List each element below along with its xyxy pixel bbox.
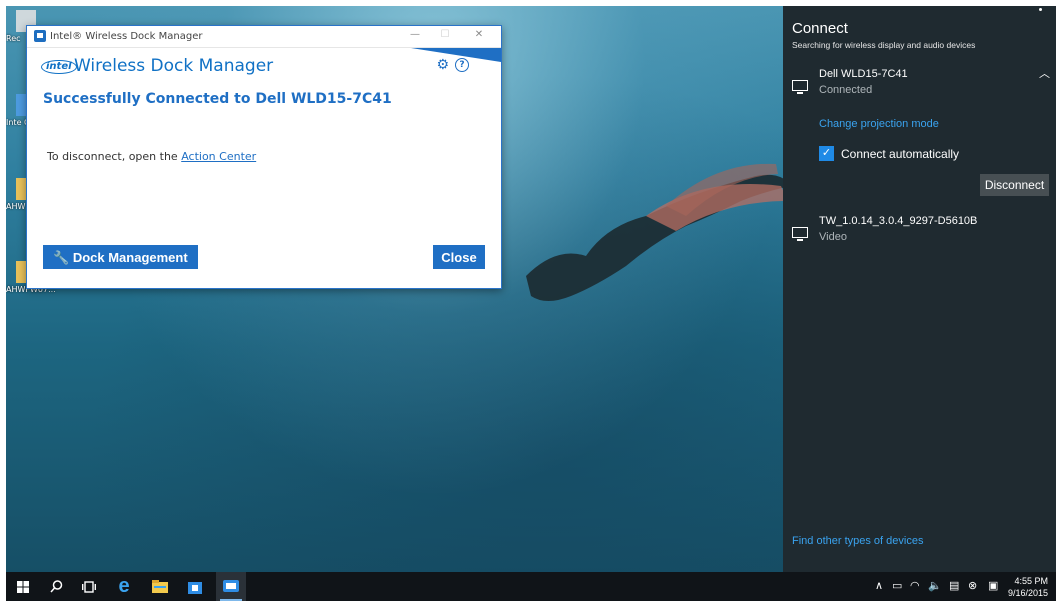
wrench-icon: 🔧 [53,250,70,265]
search-button[interactable] [41,572,71,601]
find-other-devices-link[interactable]: Find other types of devices [792,535,923,547]
maximize-button[interactable]: ☐ [435,29,455,43]
desktop-icon-label: Rec [6,34,21,43]
clock-date: 9/16/2015 [1007,588,1048,598]
settings-gear-icon[interactable]: ⚙ [436,57,449,73]
network-icon[interactable]: ▭ [892,579,902,592]
collapse-chevron-icon[interactable]: ︿ [1039,65,1050,81]
tray-app-icon[interactable]: ▣ [988,579,998,592]
instruction-text: To disconnect, open the [47,150,178,163]
dock-manager-window: Intel® Wireless Dock Manager — ☐ ✕ intel… [26,25,502,289]
close-window-button[interactable]: ✕ [469,29,489,43]
action-center-link[interactable]: Action Center [181,150,256,163]
file-explorer-button[interactable] [145,572,175,601]
app-name: Wireless Dock Manager [74,56,274,76]
connection-status-message: Successfully Connected to Dell WLD15-7C4… [43,91,392,107]
taskbar: e ∧ ▭ ◠ 🔈 ▤ ⊗ ▣ 4:55 PM 9/16/2015 [6,572,1056,601]
start-button[interactable] [8,572,38,601]
help-icon[interactable]: ? [455,58,469,72]
change-projection-link[interactable]: Change projection mode [819,118,939,130]
system-clock[interactable]: 4:55 PM 9/16/2015 [1008,575,1048,599]
search-icon [49,580,62,593]
store-button[interactable] [180,572,210,601]
device-name: Dell WLD15-7C41 [819,68,908,80]
intel-logo: intel [41,60,77,74]
dock-manager-app-icon [34,30,46,42]
task-view-button[interactable] [74,572,104,601]
volume-icon[interactable]: 🔈 [928,579,942,592]
desktop-icon-label: AHW [6,202,26,211]
panel-indicator-dot [1039,8,1042,11]
store-icon [188,581,202,594]
close-button[interactable]: Close [433,245,485,269]
file-explorer-icon [152,580,168,593]
dock-management-button[interactable]: 🔧 Dock Management [43,245,198,269]
device-name: TW_1.0.14_3.0.4_9297-D5610B [819,215,978,227]
disconnect-instructions: To disconnect, open the Action Center [47,150,256,163]
connect-panel: Connect Searching for wireless display a… [783,6,1056,572]
panel-subtitle: Searching for wireless display and audio… [792,40,976,50]
diver-image [526,163,783,301]
minimize-button[interactable]: — [405,29,425,43]
action-center-icon[interactable]: ▤ [949,579,959,592]
start-icon [17,580,29,593]
window-title: Intel® Wireless Dock Manager [50,31,203,42]
disconnect-button[interactable]: Disconnect [980,174,1049,196]
wifi-icon[interactable]: ◠ [910,579,920,592]
window-titlebar[interactable]: Intel® Wireless Dock Manager — ☐ ✕ [27,26,501,48]
device-status: Video [819,231,847,243]
task-view-icon [82,580,96,593]
connect-automatically-checkbox[interactable]: ✓ [819,146,834,161]
edge-icon: e [118,575,130,597]
device-status: Connected [819,84,873,96]
wireless-dock-app-icon [223,579,239,592]
connect-automatically-label: Connect automatically [841,147,960,161]
wireless-dock-taskbar-button[interactable] [216,572,246,601]
panel-title: Connect [792,20,848,37]
edge-button[interactable]: e [109,572,139,601]
clock-time: 4:55 PM [1014,576,1048,586]
dock-manager-header: intel Wireless Dock Manager ⚙ ? [27,48,501,80]
close-icon[interactable]: ⊗ [968,579,977,592]
dock-management-label: Dock Management [72,250,188,265]
chevron-up-icon[interactable]: ∧ [875,579,883,592]
monitor-icon [792,80,808,94]
monitor-icon [792,227,808,241]
